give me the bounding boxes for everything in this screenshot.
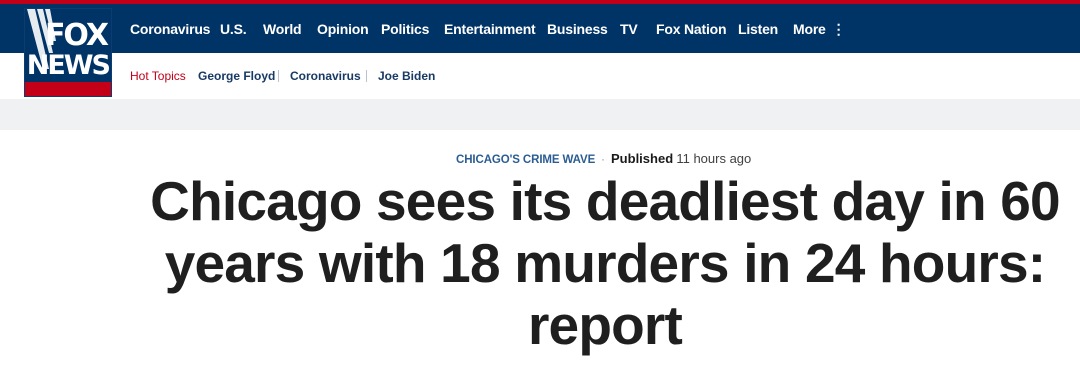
hot-topic-joe-biden[interactable]: Joe Biden xyxy=(378,69,435,83)
hot-topics-label: Hot Topics xyxy=(130,69,186,83)
hot-topic-coronavirus[interactable]: Coronavirus xyxy=(290,69,361,83)
logo-red-bar xyxy=(25,82,111,96)
nav-item-fox-nation[interactable]: Fox Nation xyxy=(656,21,727,37)
article-eyebrow: CHICAGO'S CRIME WAVE · Published 11 hours … xyxy=(456,151,751,166)
nav-more-label: More xyxy=(793,21,826,37)
nav-item-tv[interactable]: TV xyxy=(620,21,638,37)
nav-item-opinion[interactable]: Opinion xyxy=(317,21,369,37)
nav-item-us[interactable]: U.S. xyxy=(220,21,247,37)
ad-spacer-band xyxy=(0,99,1080,130)
main-nav: Coronavirus U.S. World Opinion Politics … xyxy=(0,4,1080,53)
hot-topic-george-floyd[interactable]: George Floyd xyxy=(198,69,275,83)
nav-item-listen[interactable]: Listen xyxy=(738,21,778,37)
nav-item-world[interactable]: World xyxy=(263,21,302,37)
nav-item-politics[interactable]: Politics xyxy=(381,21,429,37)
hot-topic-divider xyxy=(278,70,279,82)
nav-item-coronavirus[interactable]: Coronavirus xyxy=(130,21,210,37)
eyebrow-separator: · xyxy=(601,154,606,166)
nav-item-more[interactable]: More ⋮ xyxy=(793,21,846,38)
article-category-link[interactable]: CHICAGO'S CRIME WAVE xyxy=(456,154,595,166)
nav-item-business[interactable]: Business xyxy=(547,21,608,37)
published-label: Published xyxy=(611,151,674,166)
published-time: 11 hours ago xyxy=(676,151,752,166)
article-headline: Chicago sees its deadliest day in 60 yea… xyxy=(150,170,1060,356)
vertical-ellipsis-icon: ⋮ xyxy=(831,21,846,37)
hot-topic-divider xyxy=(366,70,367,82)
nav-item-entertainment[interactable]: Entertainment xyxy=(444,21,536,37)
logo-news-text: NEWS xyxy=(26,50,111,81)
